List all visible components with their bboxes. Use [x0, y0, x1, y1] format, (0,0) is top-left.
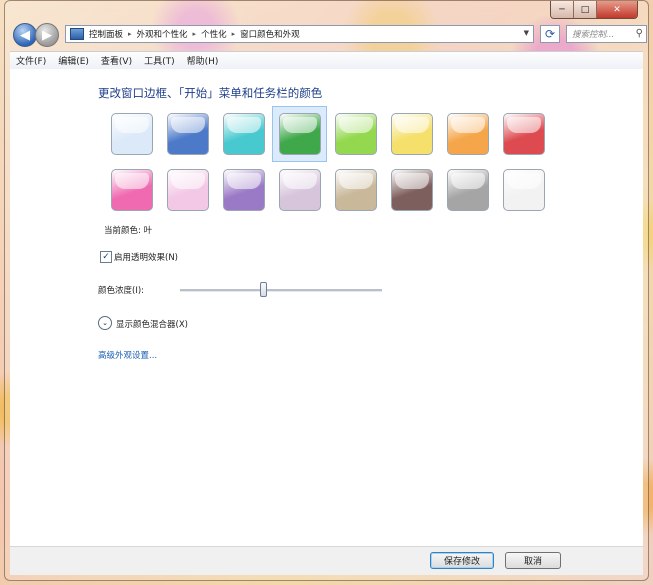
back-button[interactable]: ◀	[13, 23, 37, 47]
color-swatch[interactable]	[335, 169, 377, 211]
breadcrumb-personalization[interactable]: 个性化	[201, 28, 227, 40]
window-frame: ─ □ ✕ ◀ ▶ 控制面板 ▸ 外观和个性化 ▸ 个性化 ▸ 窗口颜色和外观 …	[4, 0, 649, 581]
color-swatch[interactable]	[503, 113, 545, 155]
caption-buttons: ─ □ ✕	[550, 1, 638, 19]
color-swatch[interactable]	[111, 169, 153, 211]
control-panel-icon	[70, 28, 84, 40]
address-dropdown-icon[interactable]: ▼	[524, 29, 529, 37]
color-swatch[interactable]	[447, 169, 489, 211]
minimize-button[interactable]: ─	[551, 1, 573, 18]
color-swatch[interactable]	[279, 169, 321, 211]
refresh-icon: ⟳	[544, 27, 556, 41]
forward-button[interactable]: ▶	[35, 23, 59, 47]
intensity-slider-track[interactable]	[180, 282, 382, 297]
save-changes-button[interactable]: 保存修改	[430, 552, 494, 569]
close-button[interactable]: ✕	[596, 1, 637, 18]
page-title: 更改窗口边框、「开始」菜单和任务栏的颜色	[98, 86, 323, 100]
transparency-checkbox[interactable]: ✓	[100, 251, 112, 263]
address-bar[interactable]: 控制面板 ▸ 外观和个性化 ▸ 个性化 ▸ 窗口颜色和外观 ▼	[65, 25, 534, 43]
color-mixer-expand-icon[interactable]: ⌄	[98, 316, 112, 330]
color-swatch[interactable]	[447, 113, 489, 155]
color-swatch[interactable]	[167, 169, 209, 211]
advanced-appearance-link[interactable]: 高级外观设置...	[98, 349, 157, 361]
menu-help[interactable]: 帮助(H)	[181, 54, 225, 67]
cancel-button[interactable]: 取消	[505, 552, 561, 569]
color-swatch[interactable]	[503, 169, 545, 211]
footer-bar: 保存修改 取消	[10, 546, 643, 575]
breadcrumb-separator-icon[interactable]: ▸	[232, 30, 236, 38]
maximize-button[interactable]: □	[573, 1, 596, 18]
breadcrumb-separator-icon[interactable]: ▸	[128, 30, 132, 38]
color-swatch[interactable]	[391, 113, 433, 155]
color-mixer-label[interactable]: 显示颜色混合器(X)	[116, 318, 188, 330]
current-color-label: 当前颜色: 叶	[104, 226, 153, 236]
color-swatch[interactable]	[391, 169, 433, 211]
search-placeholder: 搜索控制...	[572, 30, 615, 40]
search-icon[interactable]: ⚲	[636, 28, 643, 39]
refresh-button[interactable]: ⟳	[540, 25, 560, 43]
menu-view[interactable]: 查看(V)	[95, 54, 138, 67]
color-swatch[interactable]	[167, 113, 209, 155]
menu-tools[interactable]: 工具(T)	[138, 54, 181, 67]
address-row: ◀ ▶ 控制面板 ▸ 外观和个性化 ▸ 个性化 ▸ 窗口颜色和外观 ▼ ⟳ 搜索…	[13, 22, 647, 48]
breadcrumb-control-panel[interactable]: 控制面板	[89, 28, 123, 40]
breadcrumb-appearance[interactable]: 外观和个性化	[137, 28, 188, 40]
transparency-label[interactable]: 启用透明效果(N)	[114, 251, 178, 263]
breadcrumb-window-color[interactable]: 窗口颜色和外观	[240, 28, 300, 40]
color-swatch[interactable]	[111, 113, 153, 155]
menu-bar: 文件(F) 编辑(E) 查看(V) 工具(T) 帮助(H)	[10, 51, 643, 70]
intensity-slider-thumb[interactable]	[259, 282, 267, 297]
content-pane: 更改窗口边框、「开始」菜单和任务栏的颜色 当前颜色: 叶 ✓ 启用透明效果(N)…	[10, 69, 643, 547]
navigation-buttons: ◀ ▶	[13, 23, 59, 47]
search-input[interactable]: 搜索控制... ⚲	[566, 25, 647, 43]
color-swatch[interactable]	[335, 113, 377, 155]
color-swatch[interactable]	[223, 169, 265, 211]
color-swatch[interactable]	[279, 113, 321, 155]
color-swatch[interactable]	[223, 113, 265, 155]
menu-file[interactable]: 文件(F)	[10, 54, 52, 67]
breadcrumb-separator-icon[interactable]: ▸	[193, 30, 197, 38]
intensity-label: 颜色浓度(I):	[98, 286, 145, 296]
menu-edit[interactable]: 编辑(E)	[52, 54, 95, 67]
